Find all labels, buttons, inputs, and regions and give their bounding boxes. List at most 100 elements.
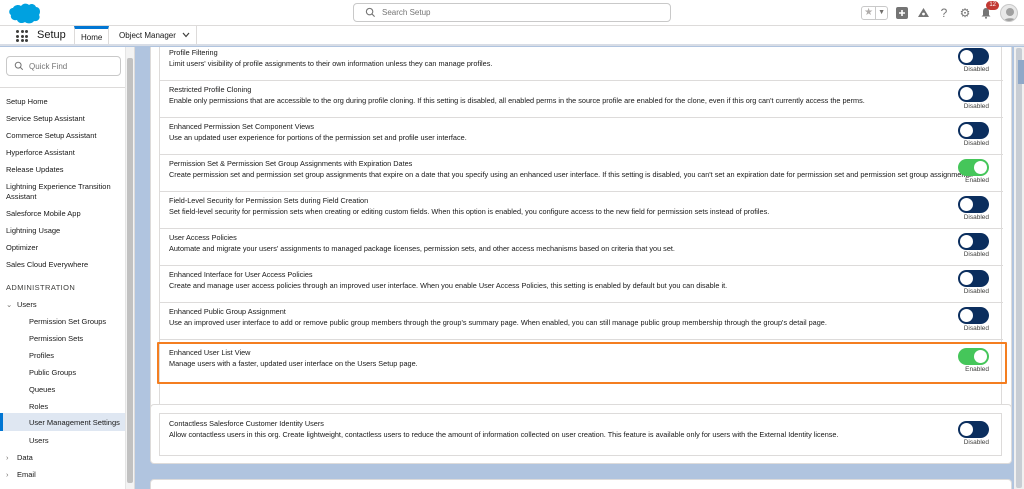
- chevron-right-icon[interactable]: ›: [6, 453, 9, 463]
- chevron-right-icon[interactable]: ›: [6, 470, 9, 480]
- setting-description: Enable only permissions that are accessi…: [169, 96, 865, 105]
- sidebar-item-setup-home[interactable]: Setup Home: [6, 97, 48, 107]
- setup-sidebar: Setup Home Service Setup Assistant Comme…: [0, 47, 135, 489]
- setting-row: Field-Level Security for Permission Sets…: [160, 191, 1003, 229]
- sidebar-item-lightning-transition[interactable]: Lightning Experience Transition: [6, 182, 111, 192]
- setting-toggle[interactable]: [958, 159, 989, 176]
- main-scrollbar-thumb[interactable]: [1016, 48, 1022, 488]
- chevron-down-icon[interactable]: [182, 32, 190, 38]
- sidebar-item-hyperforce[interactable]: Hyperforce Assistant: [6, 148, 75, 158]
- setting-title: Enhanced Permission Set Component Views: [169, 122, 315, 131]
- global-actions-icon[interactable]: [895, 6, 909, 20]
- setting-description: Allow contactless users in this org. Cre…: [169, 430, 839, 439]
- search-input[interactable]: [382, 5, 662, 20]
- sidebar-item-profiles[interactable]: Profiles: [29, 351, 54, 361]
- setting-row: Enhanced Permission Set Component Views …: [160, 117, 1003, 155]
- app-name: Setup: [37, 29, 66, 41]
- setting-description: Limit users' visibility of profile assig…: [169, 59, 493, 68]
- sidebar-item-sales-cloud[interactable]: Sales Cloud Everywhere: [6, 260, 88, 270]
- setting-toggle[interactable]: [958, 270, 989, 287]
- setting-status: Disabled: [963, 325, 989, 332]
- sidebar-item-service-setup[interactable]: Service Setup Assistant: [6, 114, 85, 124]
- setting-toggle[interactable]: [958, 85, 989, 102]
- setting-status: Disabled: [963, 214, 989, 221]
- setting-row: User Access Policies Automate and migrat…: [160, 228, 1003, 266]
- setting-row: Profile Filtering Limit users' visibilit…: [160, 47, 1003, 81]
- settings-list: Contactless Salesforce Customer Identity…: [159, 413, 1002, 456]
- star-icon: ★: [864, 7, 874, 18]
- setting-row: Permission Set & Permission Set Group As…: [160, 154, 1003, 192]
- sidebar-item-lightning-transition-cont[interactable]: Assistant: [6, 192, 36, 202]
- sidebar-item-optimizer[interactable]: Optimizer: [6, 243, 38, 253]
- quick-find[interactable]: [6, 56, 121, 76]
- sidebar-item-permission-sets[interactable]: Permission Sets: [29, 334, 83, 344]
- setting-status: Disabled: [963, 288, 989, 295]
- sidebar-scrollbar-thumb[interactable]: [127, 58, 133, 483]
- setting-row: Enhanced Interface for User Access Polic…: [160, 265, 1003, 303]
- favorites-button[interactable]: ★ ▼: [861, 6, 888, 20]
- context-nav: Setup Home Object Manager: [0, 26, 1024, 46]
- main-content: Profile Filtering Limit users' visibilit…: [136, 47, 1014, 489]
- highlight-box: [157, 342, 1007, 384]
- sidebar-item-public-groups[interactable]: Public Groups: [29, 368, 76, 378]
- setting-title: Field-Level Security for Permission Sets…: [169, 196, 369, 205]
- setting-status: Enabled: [965, 177, 989, 184]
- setting-row: Contactless Salesforce Customer Identity…: [160, 414, 1003, 452]
- trailhead-icon[interactable]: [916, 6, 930, 20]
- setting-toggle[interactable]: [958, 196, 989, 213]
- salesforce-logo[interactable]: [7, 3, 41, 24]
- sidebar-group-users[interactable]: Users: [17, 300, 37, 310]
- search-bar[interactable]: [353, 3, 671, 22]
- setting-status: Disabled: [963, 66, 989, 73]
- setting-description: Use an updated user experience for porti…: [169, 133, 467, 142]
- setting-status: Disabled: [963, 140, 989, 147]
- setting-title: Permission Set & Permission Set Group As…: [169, 159, 413, 168]
- setting-description: Set field-level security for permission …: [169, 207, 770, 216]
- sidebar-item-release-updates[interactable]: Release Updates: [6, 165, 64, 175]
- sidebar-item-lightning-usage[interactable]: Lightning Usage: [6, 226, 60, 236]
- search-icon: [14, 61, 24, 71]
- sidebar-group-data[interactable]: Data: [17, 453, 33, 463]
- setting-status: Disabled: [963, 103, 989, 110]
- side-panel-handle[interactable]: [1018, 60, 1024, 84]
- setting-title: User Access Policies: [169, 233, 237, 242]
- divider: [0, 87, 125, 88]
- sidebar-item-commerce-setup[interactable]: Commerce Setup Assistant: [6, 131, 96, 141]
- setting-description: Use an improved user interface to add or…: [169, 318, 827, 327]
- tab-home[interactable]: Home: [74, 26, 110, 44]
- sidebar-group-email[interactable]: Email: [17, 470, 36, 480]
- sidebar-item-roles[interactable]: Roles: [29, 402, 48, 412]
- setting-toggle[interactable]: [958, 48, 989, 65]
- sidebar-item-mobile-app[interactable]: Salesforce Mobile App: [6, 209, 81, 219]
- setting-toggle[interactable]: [958, 421, 989, 438]
- setting-description: Create permission set and permission set…: [169, 170, 974, 179]
- sidebar-item-permission-set-groups[interactable]: Permission Set Groups: [29, 317, 106, 327]
- settings-card: [150, 479, 1012, 489]
- tab-object-manager-label: Object Manager: [119, 30, 176, 40]
- notification-badge: 12: [986, 1, 999, 10]
- tab-object-manager[interactable]: Object Manager: [113, 26, 197, 44]
- setting-description: Create and manage user access policies t…: [169, 281, 728, 290]
- settings-card: Contactless Salesforce Customer Identity…: [150, 404, 1012, 464]
- setting-status: Disabled: [963, 439, 989, 446]
- setting-title: Restricted Profile Cloning: [169, 85, 252, 94]
- avatar[interactable]: [1000, 4, 1018, 22]
- setting-toggle[interactable]: [958, 233, 989, 250]
- setting-description: Automate and migrate your users' assignm…: [169, 244, 675, 253]
- gear-icon[interactable]: ⚙: [958, 6, 972, 20]
- quick-find-input[interactable]: [29, 59, 114, 73]
- sidebar-item-queues[interactable]: Queues: [29, 385, 55, 395]
- chevron-down-icon[interactable]: ⌄: [6, 300, 12, 310]
- sidebar-item-user-management-settings[interactable]: User Management Settings: [29, 418, 120, 428]
- app-launcher-icon[interactable]: [16, 30, 28, 42]
- setting-toggle[interactable]: [958, 307, 989, 324]
- search-icon: [365, 7, 376, 18]
- help-icon[interactable]: ?: [937, 6, 951, 20]
- sidebar-item-users[interactable]: Users: [29, 436, 49, 446]
- setting-row: Enhanced Public Group Assignment Use an …: [160, 302, 1003, 340]
- chevron-down-icon[interactable]: ▼: [875, 7, 887, 19]
- global-header: ★ ▼ ? ⚙ 12: [0, 0, 1024, 26]
- setting-status: Disabled: [963, 251, 989, 258]
- setting-toggle[interactable]: [958, 122, 989, 139]
- bell-icon[interactable]: 12: [979, 1, 999, 20]
